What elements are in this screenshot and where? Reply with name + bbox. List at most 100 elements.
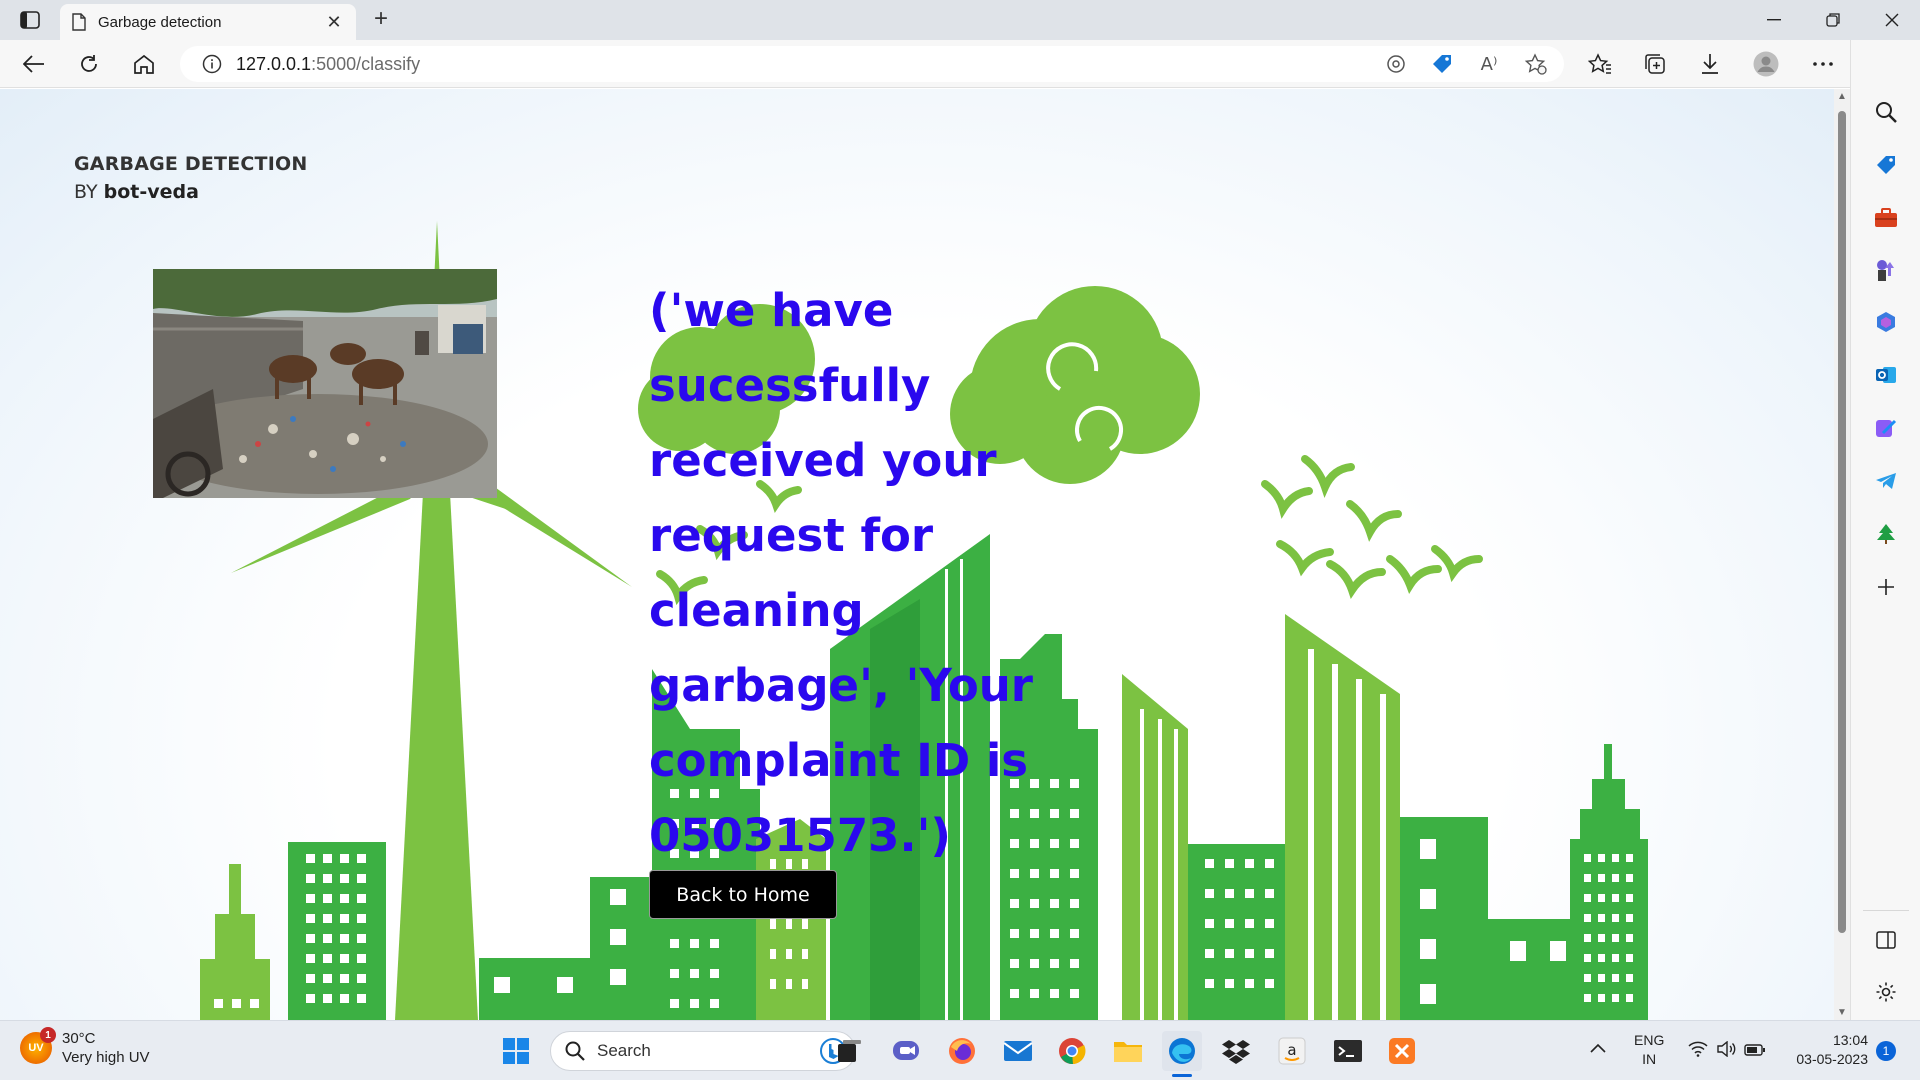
page-viewport: GARBAGE DETECTION BY bot-veda ('we have … <box>0 89 1834 1020</box>
downloads-button[interactable] <box>1692 48 1728 80</box>
sidebar-outlook[interactable] <box>1868 357 1904 393</box>
task-view-button[interactable] <box>830 1031 870 1071</box>
close-window-button[interactable] <box>1864 0 1920 40</box>
favorites-icon <box>1588 53 1611 74</box>
sidebar-microsoft-365[interactable] <box>1868 304 1904 340</box>
url-text[interactable]: 127.0.0.1:5000/classify <box>236 54 420 75</box>
collections-button[interactable] <box>1637 48 1673 80</box>
language-indicator[interactable]: ENG IN <box>1634 1031 1664 1069</box>
mail-icon <box>1003 1041 1033 1061</box>
minimize-button[interactable] <box>1746 0 1802 40</box>
refresh-icon <box>81 55 97 72</box>
xampp-button[interactable] <box>1382 1031 1422 1071</box>
site-info-icon[interactable] <box>202 54 222 74</box>
clock-date: 03-05-2023 <box>1796 1051 1868 1067</box>
outlook-icon <box>1876 367 1896 383</box>
location-icon[interactable] <box>1380 48 1412 80</box>
language-bottom: IN <box>1642 1051 1657 1067</box>
close-icon <box>1885 13 1899 27</box>
read-aloud-icon[interactable]: A⁾ <box>1473 48 1505 80</box>
wifi-icon <box>1688 1041 1708 1057</box>
uv-badge-icon: UV 1 <box>20 1027 56 1064</box>
complaint-confirmation-message: ('we have sucessfully received your requ… <box>649 284 1033 862</box>
chevron-up-icon <box>1590 1043 1606 1053</box>
weather-text: 30°C Very high UV <box>62 1029 150 1067</box>
tab-garbage-detection[interactable]: Garbage detection ✕ <box>60 4 356 40</box>
add-favorite-icon[interactable] <box>1520 48 1552 80</box>
back-to-home-button[interactable]: Back to Home <box>649 870 837 919</box>
dropbox-button[interactable] <box>1216 1031 1256 1071</box>
close-tab-icon[interactable]: ✕ <box>324 12 344 33</box>
more-button[interactable] <box>1805 48 1841 80</box>
scrollbar-thumb[interactable] <box>1838 111 1846 933</box>
search-icon <box>1876 102 1897 123</box>
sidebar-tree[interactable] <box>1868 516 1904 552</box>
taskbar-search-box[interactable]: Search <box>550 1031 856 1071</box>
new-tab-button[interactable]: + <box>366 6 396 34</box>
games-icon <box>1877 260 1894 281</box>
brand-name: GARBAGE DETECTION <box>74 153 308 175</box>
tools-briefcase-icon <box>1875 208 1897 227</box>
page-scrollbar[interactable]: ▲ ▼ <box>1834 89 1850 1020</box>
dropbox-icon <box>1222 1040 1250 1064</box>
coupon-icon[interactable] <box>1426 48 1458 80</box>
sidebar-games[interactable] <box>1868 252 1904 288</box>
weather-widget[interactable]: UV 1 30°C Very high UV <box>20 1027 150 1067</box>
brand-byline: BY bot-veda <box>74 181 307 203</box>
firefox-button[interactable] <box>942 1031 982 1071</box>
microsoft-365-icon <box>1877 312 1895 332</box>
restore-button[interactable] <box>1805 0 1861 40</box>
clock[interactable]: 13:04 03-05-2023 <box>1786 1031 1868 1069</box>
shopping-tag-icon <box>1877 156 1895 174</box>
add-icon <box>1878 579 1894 595</box>
sidebar-telegram[interactable] <box>1868 463 1904 499</box>
windows-start-icon <box>503 1038 529 1064</box>
settings-icon <box>1876 982 1896 1002</box>
back-button[interactable] <box>16 48 52 80</box>
amazon-icon: a <box>1278 1037 1306 1065</box>
teams-chat-icon <box>893 1041 919 1060</box>
sidebar-search[interactable] <box>1868 94 1904 130</box>
xampp-icon <box>1389 1038 1415 1064</box>
mail-button[interactable] <box>998 1031 1038 1071</box>
split-screen-icon <box>1876 931 1896 949</box>
system-tray-status[interactable] <box>1688 1040 1766 1062</box>
start-button[interactable] <box>496 1031 536 1071</box>
minimize-icon <box>1767 19 1781 21</box>
sidebar-tools[interactable] <box>1868 200 1904 236</box>
terminal-button[interactable] <box>1328 1031 1368 1071</box>
site-brand: GARBAGE DETECTION BY bot-veda <box>74 153 307 203</box>
profile-icon <box>1753 51 1779 77</box>
profile-button[interactable] <box>1748 48 1784 80</box>
sidebar-add[interactable] <box>1868 569 1904 605</box>
sidebar-settings[interactable] <box>1868 974 1904 1010</box>
svg-text:a: a <box>1287 1041 1296 1059</box>
amazon-button[interactable]: a <box>1272 1031 1312 1071</box>
address-bar[interactable]: 127.0.0.1:5000/classify A⁾ <box>180 46 1564 82</box>
favorites-button[interactable] <box>1582 48 1618 80</box>
sidebar-shopping[interactable] <box>1868 147 1904 183</box>
designer-icon <box>1876 419 1897 437</box>
home-button[interactable] <box>126 48 162 80</box>
notification-badge[interactable]: 1 <box>1876 1041 1896 1061</box>
tab-actions-icon <box>20 11 40 29</box>
home-icon <box>134 54 154 74</box>
edge-icon <box>1169 1038 1195 1064</box>
scroll-down-arrow[interactable]: ▼ <box>1834 1007 1850 1018</box>
teams-chat-button[interactable] <box>886 1031 926 1071</box>
read-aloud-label: A⁾ <box>1480 53 1498 75</box>
sidebar-split-screen[interactable] <box>1868 922 1904 958</box>
byline-author: bot-veda <box>103 181 199 203</box>
clock-time: 13:04 <box>1832 1032 1868 1048</box>
refresh-button[interactable] <box>71 48 107 80</box>
file-explorer-button[interactable] <box>1108 1031 1148 1071</box>
sidebar-divider <box>1863 910 1909 911</box>
show-hidden-icons-button[interactable] <box>1590 1039 1606 1058</box>
edge-button[interactable] <box>1162 1031 1202 1071</box>
tab-actions-button[interactable] <box>10 6 50 34</box>
scroll-up-arrow[interactable]: ▲ <box>1834 91 1850 102</box>
sidebar-designer[interactable] <box>1868 410 1904 446</box>
chrome-button[interactable] <box>1052 1031 1092 1071</box>
browser-toolbar: 127.0.0.1:5000/classify A⁾ <box>0 40 1920 88</box>
windows-taskbar: UV 1 30°C Very high UV Search a ENG IN 1… <box>0 1020 1920 1080</box>
